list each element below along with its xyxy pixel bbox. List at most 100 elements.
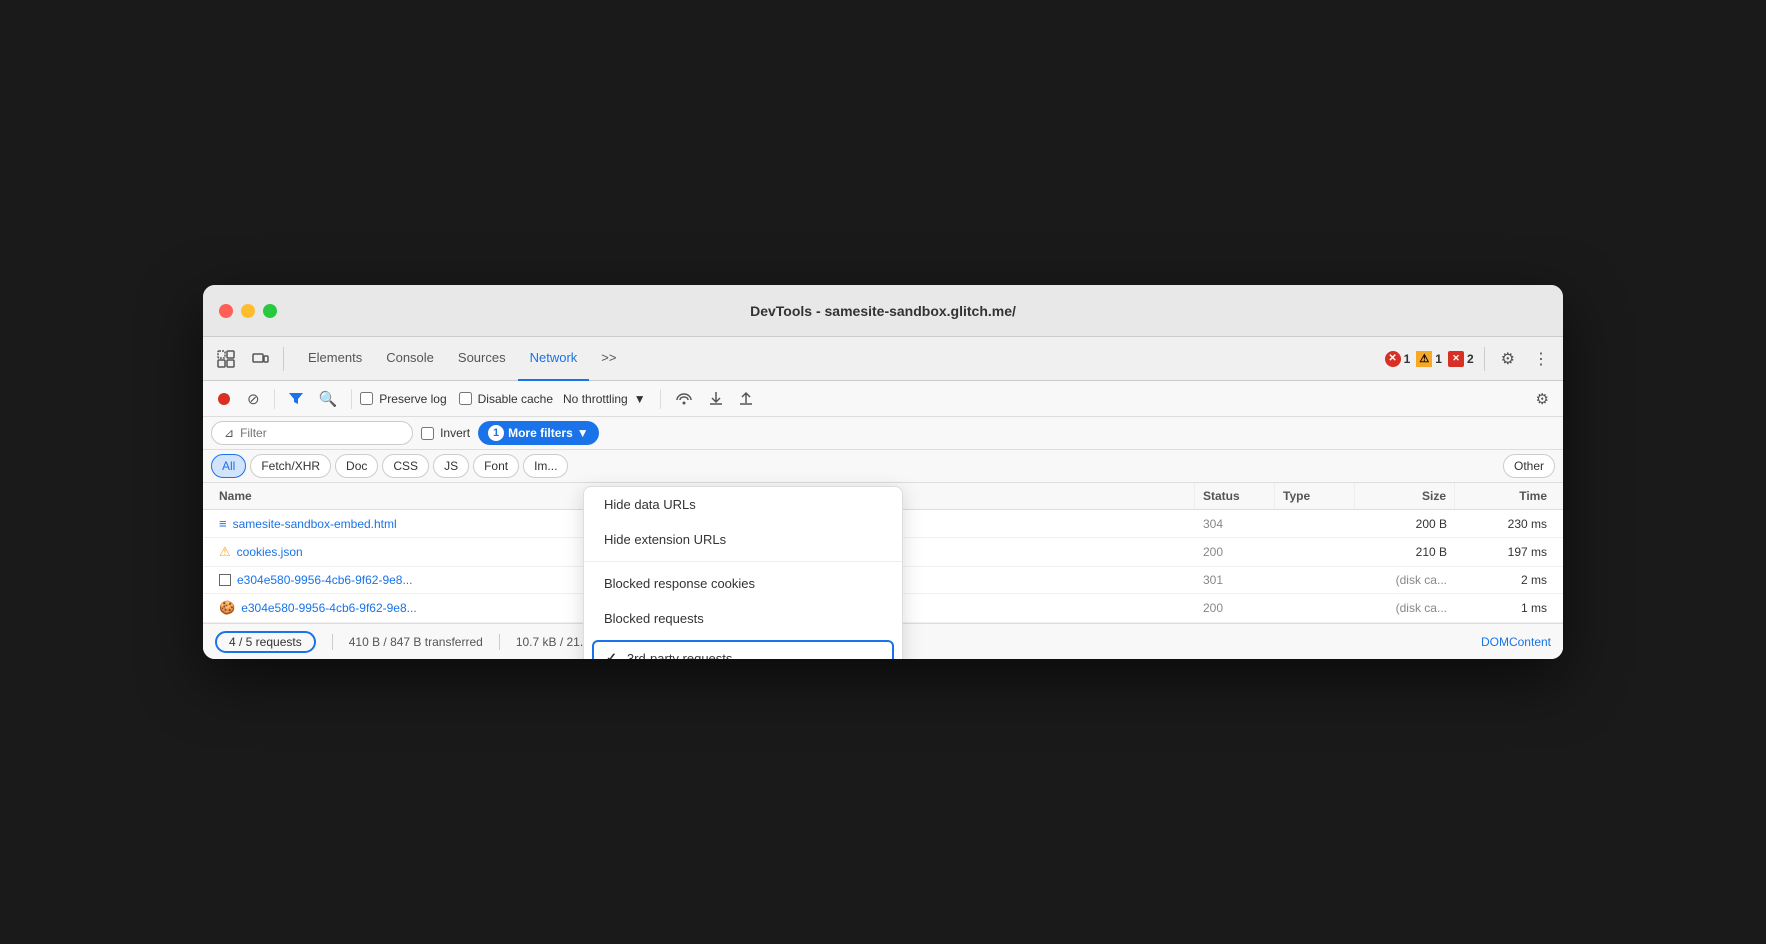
maximize-button[interactable] xyxy=(263,304,277,318)
preserve-log-label[interactable]: Preserve log xyxy=(360,392,446,406)
header-status: Status xyxy=(1195,483,1275,509)
blocked-badge: ✕ 2 xyxy=(1448,351,1474,367)
more-filters-button[interactable]: 1 More filters ▼ xyxy=(478,421,599,445)
row3-time: 2 ms xyxy=(1455,567,1555,593)
type-filter-all[interactable]: All xyxy=(211,454,246,478)
dropdown-blocked-requests[interactable]: Blocked requests xyxy=(584,601,902,636)
header-type: Type xyxy=(1275,483,1355,509)
blocked-requests-label: Blocked requests xyxy=(604,611,704,626)
dropdown-blocked-response-cookies[interactable]: Blocked response cookies xyxy=(584,566,902,601)
type-filter-css[interactable]: CSS xyxy=(382,454,429,478)
hide-data-urls-label: Hide data URLs xyxy=(604,497,696,512)
type-filter-js[interactable]: JS xyxy=(433,454,469,478)
search-icon[interactable]: 🔍 xyxy=(313,386,344,412)
dropdown-third-party-requests[interactable]: ✓ 3rd-party requests xyxy=(592,640,894,659)
row1-file-link[interactable]: samesite-sandbox-embed.html xyxy=(233,517,397,531)
filter-funnel-icon: ⊿ xyxy=(224,426,234,440)
network-conditions-icon[interactable] xyxy=(669,388,699,410)
invert-label[interactable]: Invert xyxy=(421,426,470,440)
dropdown-hide-extension-urls[interactable]: Hide extension URLs xyxy=(584,522,902,557)
status-divider-1 xyxy=(332,634,333,650)
header-size: Size xyxy=(1355,483,1455,509)
network-toolbar: ⊘ 🔍 Preserve log Disable cache No thrott… xyxy=(203,381,1563,417)
devtools-window: DevTools - samesite-sandbox.glitch.me/ xyxy=(203,285,1563,659)
settings-icon[interactable]: ⚙ xyxy=(1495,345,1521,373)
toolbar-divider-1 xyxy=(274,389,275,409)
tab-bar: Elements Console Sources Network >> ✕ 1 … xyxy=(203,337,1563,381)
more-filters-chevron-icon: ▼ xyxy=(577,426,589,440)
row4-time: 1 ms xyxy=(1455,595,1555,621)
chevron-down-icon: ▼ xyxy=(634,392,646,406)
devtools-icons xyxy=(211,346,288,372)
tab-divider xyxy=(283,347,284,371)
row1-time: 230 ms xyxy=(1455,511,1555,537)
minimize-button[interactable] xyxy=(241,304,255,318)
title-bar: DevTools - samesite-sandbox.glitch.me/ xyxy=(203,285,1563,337)
row4-type xyxy=(1275,602,1355,614)
row4-status: 200 xyxy=(1195,595,1275,621)
row2-status: 200 xyxy=(1195,539,1275,565)
resource-icon xyxy=(219,574,231,586)
header-time: Time xyxy=(1455,483,1555,509)
filter-input-wrap[interactable]: ⊿ xyxy=(211,421,413,445)
type-filter-img[interactable]: Im... xyxy=(523,454,568,478)
row2-size: 210 B xyxy=(1355,539,1455,565)
error-icon: ✕ xyxy=(1385,351,1401,367)
export-icon[interactable] xyxy=(733,387,759,411)
third-party-requests-label: 3rd-party requests xyxy=(627,651,733,660)
filter-input[interactable] xyxy=(240,426,400,440)
right-divider xyxy=(1484,347,1485,371)
tab-network[interactable]: Network xyxy=(518,337,590,381)
disable-cache-label[interactable]: Disable cache xyxy=(459,392,553,406)
row3-type xyxy=(1275,574,1355,586)
throttling-dropdown[interactable]: No throttling ▼ xyxy=(557,390,652,408)
row1-status: 304 xyxy=(1195,511,1275,537)
filter-bar: ⊿ Invert 1 More filters ▼ xyxy=(203,417,1563,450)
toolbar-divider-2 xyxy=(351,389,352,409)
inspect-icon[interactable] xyxy=(211,346,241,372)
row4-size: (disk ca... xyxy=(1355,595,1455,621)
filter-icon[interactable] xyxy=(283,389,309,409)
import-icon[interactable] xyxy=(703,387,729,411)
settings-gear-icon[interactable]: ⚙ xyxy=(1530,386,1555,412)
more-options-icon[interactable]: ⋮ xyxy=(1527,345,1555,373)
row4-file-link[interactable]: e304e580-9956-4cb6-9f62-9e8... xyxy=(241,601,416,615)
checkmark-icon: ✓ xyxy=(606,650,617,659)
close-button[interactable] xyxy=(219,304,233,318)
row1-size: 200 B xyxy=(1355,511,1455,537)
type-filter-font[interactable]: Font xyxy=(473,454,519,478)
row3-size: (disk ca... xyxy=(1355,567,1455,593)
hide-extension-urls-label: Hide extension URLs xyxy=(604,532,726,547)
invert-checkbox[interactable] xyxy=(421,427,434,440)
type-filter-fetch-xhr[interactable]: Fetch/XHR xyxy=(250,454,331,478)
tab-bar-right: ✕ 1 ⚠ 1 ✕ 2 ⚙ ⋮ xyxy=(1385,345,1555,373)
warning-badge: ⚠ 1 xyxy=(1416,351,1442,367)
record-stop-button[interactable] xyxy=(211,388,237,410)
warning-icon: ⚠ xyxy=(219,544,231,560)
cookie-icon: 🍪 xyxy=(219,600,235,616)
tab-elements[interactable]: Elements xyxy=(296,337,374,381)
type-filter-doc[interactable]: Doc xyxy=(335,454,378,478)
preserve-log-checkbox[interactable] xyxy=(360,392,373,405)
requests-count-badge: 4 / 5 requests xyxy=(215,631,316,653)
transferred-label: 410 B / 847 B transferred xyxy=(349,635,483,649)
type-filter-bar: All Fetch/XHR Doc CSS JS Font Im... Hide… xyxy=(203,450,1563,483)
device-toolbar-icon[interactable] xyxy=(245,346,275,372)
type-filter-other[interactable]: Other xyxy=(1503,454,1555,478)
more-filters-dropdown: Hide data URLs Hide extension URLs Block… xyxy=(583,486,903,659)
tab-console[interactable]: Console xyxy=(374,337,446,381)
tab-more[interactable]: >> xyxy=(589,337,628,381)
traffic-lights xyxy=(219,304,277,318)
row2-file-link[interactable]: cookies.json xyxy=(237,545,303,559)
devtools-body: Elements Console Sources Network >> ✕ 1 … xyxy=(203,337,1563,659)
row1-type xyxy=(1275,518,1355,530)
blocked-response-cookies-label: Blocked response cookies xyxy=(604,576,755,591)
row3-file-link[interactable]: e304e580-9956-4cb6-9f62-9e8... xyxy=(237,573,412,587)
disable-cache-checkbox[interactable] xyxy=(459,392,472,405)
clear-button[interactable]: ⊘ xyxy=(241,386,266,412)
dropdown-hide-data-urls[interactable]: Hide data URLs xyxy=(584,487,902,522)
toolbar-divider-3 xyxy=(660,389,661,409)
blocked-icon: ✕ xyxy=(1448,351,1464,367)
error-badge: ✕ 1 xyxy=(1385,351,1411,367)
tab-sources[interactable]: Sources xyxy=(446,337,518,381)
